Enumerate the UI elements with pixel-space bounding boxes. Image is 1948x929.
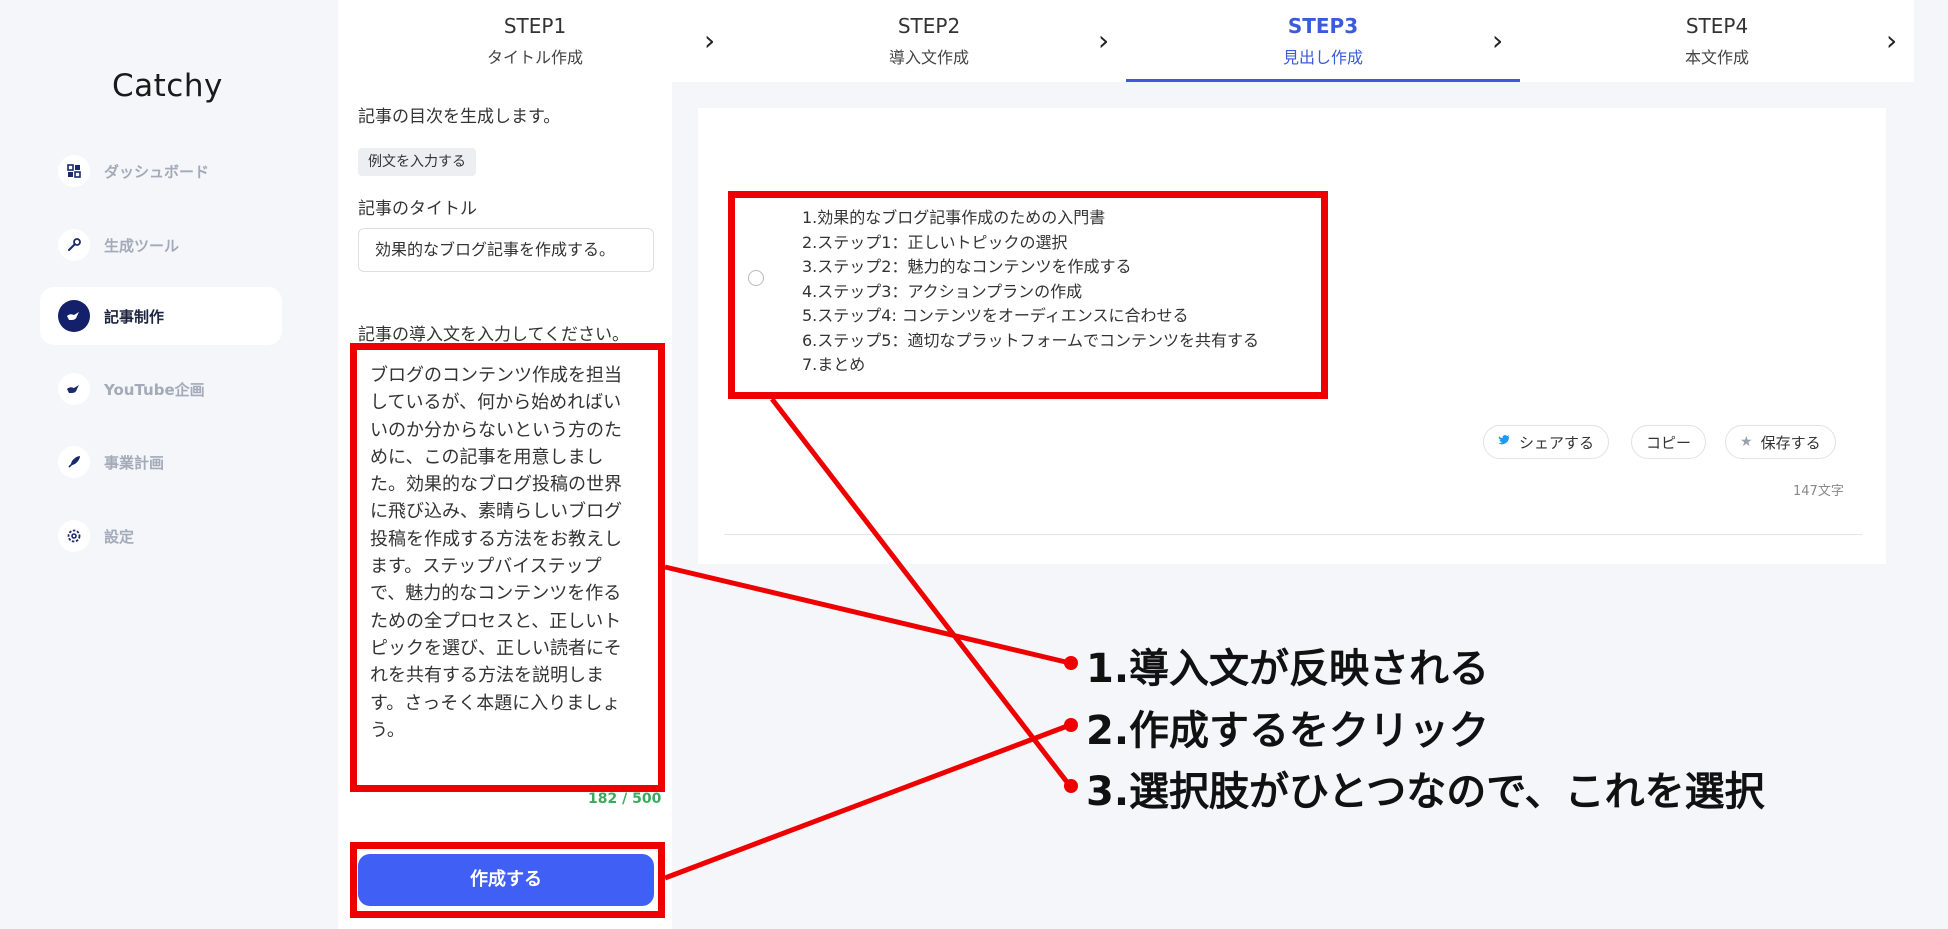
annotation-text-2: 2.作成するをクリック: [1086, 708, 1490, 754]
annotation-text-3: 3.選択肢がひとつなので、これを選択: [1086, 769, 1765, 815]
annotation-text-1: 1.導入文が反映される: [1086, 646, 1490, 692]
